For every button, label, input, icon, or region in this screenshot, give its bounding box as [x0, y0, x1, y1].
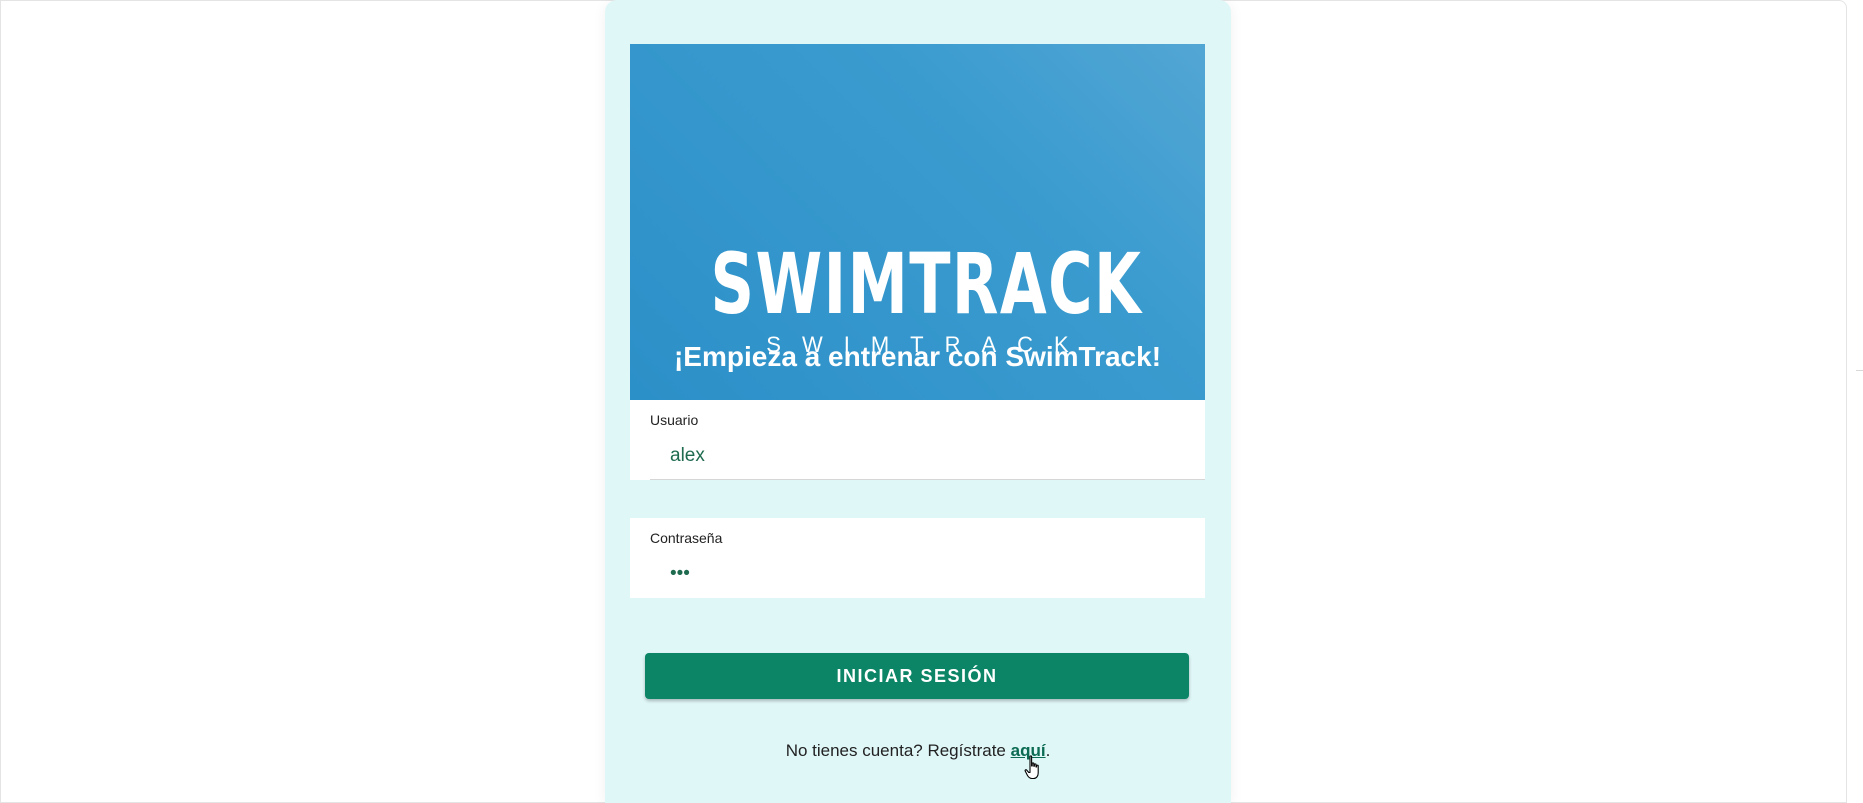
- login-button[interactable]: INICIAR SESIÓN: [645, 653, 1189, 699]
- register-prompt: No tienes cuenta? Regístrate aquí.: [605, 741, 1231, 761]
- username-field: Usuario: [630, 400, 1205, 480]
- hand-pointer-icon: [1024, 755, 1039, 780]
- login-card: SWIMTRACK SWIMTRACK ¡Empieza a entrenar …: [605, 0, 1231, 803]
- username-underline: [650, 479, 1205, 480]
- hero-tagline: ¡Empieza a entrenar con SwimTrack!: [673, 341, 1162, 372]
- password-label: Contraseña: [650, 530, 723, 546]
- scrollbar-edge-marker: [1856, 370, 1863, 371]
- username-label: Usuario: [650, 412, 699, 428]
- logo-wordmark: SWIMTRACK: [710, 235, 1143, 333]
- password-input[interactable]: [650, 554, 1205, 594]
- password-field: Contraseña: [630, 518, 1205, 598]
- hero-banner: SWIMTRACK SWIMTRACK ¡Empieza a entrenar …: [630, 44, 1205, 400]
- username-input[interactable]: [650, 436, 1205, 476]
- register-suffix: .: [1045, 741, 1051, 760]
- register-text: No tienes cuenta? Regístrate: [785, 741, 1011, 760]
